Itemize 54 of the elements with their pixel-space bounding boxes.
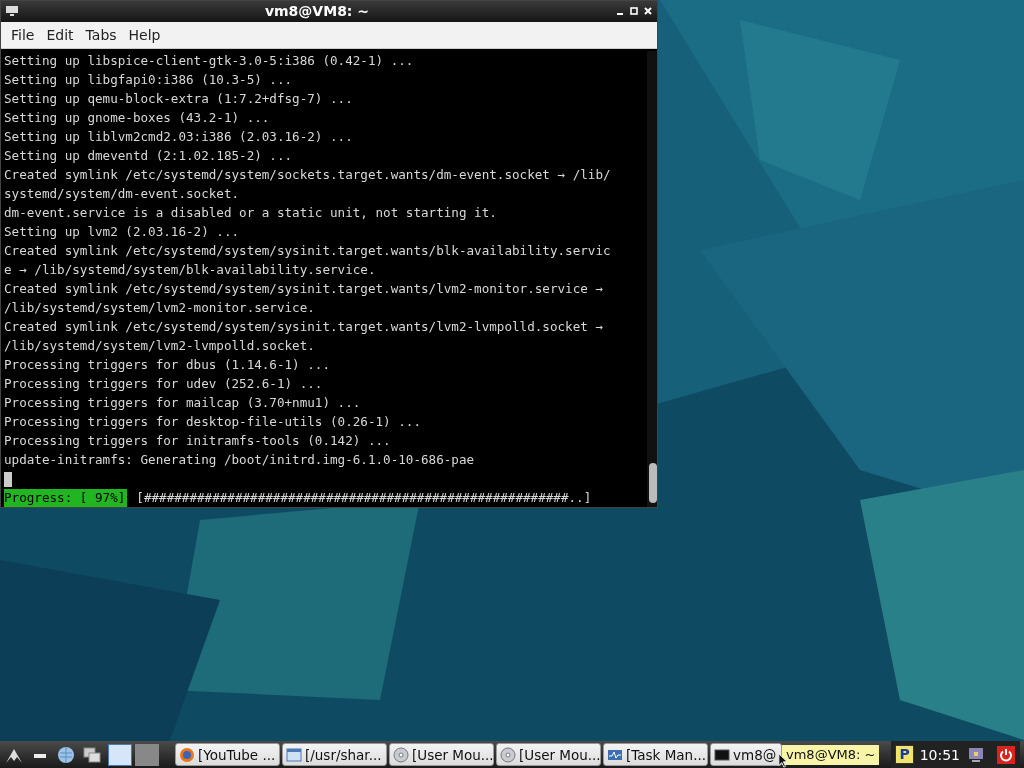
task-button[interactable]: [Task Man...	[603, 743, 708, 766]
terminal-line: update-initramfs: Generating /boot/initrd.img-6.1.0-10-686-pae	[4, 451, 476, 469]
text-cursor	[4, 472, 12, 487]
terminal-line: Created symlink /etc/systemd/system/sockets.target.wants/dm-event.socket → /lib/	[4, 166, 612, 184]
windows-icon[interactable]	[82, 744, 102, 765]
mouse-pointer-icon[interactable]	[778, 753, 788, 768]
terminal-icon[interactable]	[714, 746, 730, 763]
terminal-line: Created symlink /etc/systemd/system/sysinit.target.wants/lvm2-monitor.service →	[4, 280, 604, 298]
terminal-line: Processing triggers for mailcap (3.70+nmu1) ...	[4, 394, 362, 412]
close-button[interactable]	[643, 6, 653, 17]
globe-icon[interactable]	[56, 744, 76, 765]
scroll-thumb[interactable]	[649, 463, 657, 503]
terminal-line: Setting up dmeventd (2:1.02.185-2) ...	[4, 147, 294, 165]
disc-icon[interactable]	[393, 746, 409, 763]
terminal-line: Created symlink /etc/systemd/system/sysinit.target.wants/lvm2-lvmpolld.socket →	[4, 318, 604, 336]
browser-icon[interactable]	[179, 746, 195, 763]
maximize-button[interactable]	[629, 6, 639, 17]
task-button[interactable]: [/usr/shar...	[282, 743, 387, 766]
terminal-line: Processing triggers for initramfs-tools (0.142) ...	[4, 432, 392, 450]
terminal-line: Setting up lvm2 (2.03.16-2) ...	[4, 223, 241, 241]
scrollbar[interactable]	[647, 51, 657, 507]
terminal-line: Setting up libspice-client-gtk-3.0-5:i386 (0.42-1) ...	[4, 52, 415, 70]
terminal-line: Created symlink /etc/systemd/system/sysinit.target.wants/blk-availability.servic	[4, 242, 612, 260]
terminal-line: Setting up liblvm2cmd2.03:i386 (2.03.16-2) ...	[4, 128, 354, 146]
task-button[interactable]: [User Mou...	[496, 743, 601, 766]
power-icon[interactable]	[996, 744, 1016, 765]
terminal-line: Processing triggers for udev (252.6-1) ...	[4, 375, 324, 393]
task-button[interactable]: vm8@	[710, 743, 782, 766]
menu-item[interactable]: Tabs	[79, 26, 123, 43]
monitor-icon	[5, 5, 19, 18]
terminal-line: Processing triggers for desktop-file-utils (0.26-1) ...	[4, 413, 422, 431]
disc-icon[interactable]	[500, 746, 516, 763]
menu-item[interactable]: File	[5, 26, 41, 43]
task-button[interactable]: [User Mou...	[389, 743, 494, 766]
terminal-line: dm-event.service is a disabled or a static unit, not starting it.	[4, 204, 498, 222]
progress-label: Progress: [ 97%]	[4, 489, 128, 507]
clock[interactable]: 10:51	[919, 746, 960, 763]
menu-item[interactable]: Help	[122, 26, 167, 43]
workspace-button[interactable]	[108, 743, 132, 766]
terminal-line: /lib/systemd/system/lvm2-lvmpolld.socket.	[4, 337, 316, 355]
terminal-line: e → /lib/systemd/system/blk-availability.service.	[4, 261, 377, 279]
terminal-line: Setting up libgfapi0:i386 (10.3-5) ...	[4, 71, 294, 89]
task-button[interactable]: [YouTube ...	[175, 743, 280, 766]
terminal-line: Processing triggers for dbus (1.14.6-1) ...	[4, 356, 332, 374]
menu-item[interactable]: Edit	[40, 26, 80, 43]
tray-app-icon[interactable]: P	[895, 745, 914, 764]
terminal-line: Setting up qemu-block-extra (1:7.2+dfsg-7) ...	[4, 90, 354, 108]
progress-bar-text: [########################################################..]	[136, 490, 592, 505]
terminal-line: Setting up gnome-boxes (43.2-1) ...	[4, 109, 271, 127]
terminal-line: /lib/systemd/system/lvm2-monitor.service.	[4, 299, 316, 317]
window-title: vm8@VM8: ~	[263, 3, 371, 20]
tooltip: vm8@VM8: ~	[782, 744, 880, 765]
terminal-line: systemd/system/dm-event.socket.	[4, 185, 241, 203]
window-icon[interactable]	[286, 746, 302, 763]
